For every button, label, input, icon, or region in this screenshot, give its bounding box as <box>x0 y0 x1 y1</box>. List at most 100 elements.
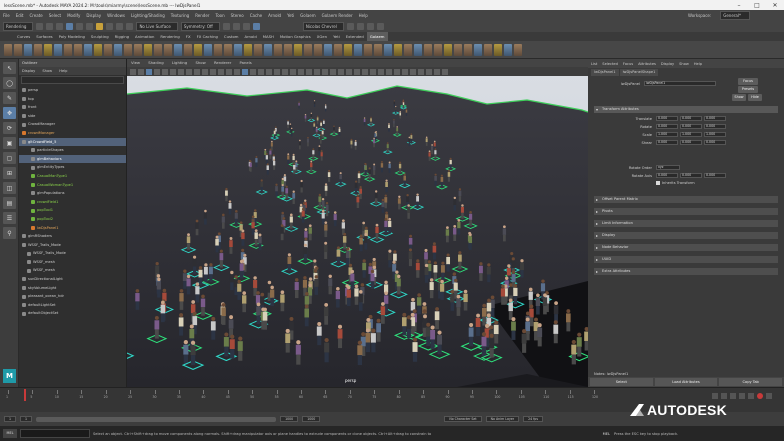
ae-field-y[interactable]: 0.000 <box>680 116 702 121</box>
ae-hide-button[interactable]: Hide <box>748 94 762 101</box>
snap-curve-icon[interactable] <box>106 23 114 30</box>
lasso-tool-icon[interactable]: ◯ <box>3 77 16 89</box>
menu-golaem[interactable]: Golaem <box>300 13 315 18</box>
snap-grid-icon[interactable] <box>96 23 104 30</box>
ae-section-offset-parent[interactable]: Offset Parent Matrix <box>594 196 778 203</box>
ae-menu-focus[interactable]: Focus <box>623 62 633 66</box>
outliner-layout-icon[interactable]: ☰ <box>3 212 16 224</box>
viewport-menu-view[interactable]: View <box>131 60 140 65</box>
shelf-tool-icon[interactable] <box>394 43 402 56</box>
outliner-item[interactable]: defaultLightSet <box>19 301 126 310</box>
outliner-item[interactable]: popTool1 <box>19 206 126 215</box>
play-forward-icon[interactable] <box>739 393 745 399</box>
shelf-tab-xgen[interactable]: XGen <box>314 32 330 41</box>
shelf-tool-icon[interactable] <box>404 43 412 56</box>
viewport-tool-icon[interactable] <box>274 68 280 75</box>
range-end-field[interactable]: 1000 <box>302 416 321 422</box>
outliner-search-input[interactable] <box>21 76 124 84</box>
outliner-item[interactable]: CrowdManager <box>19 120 126 129</box>
outliner-item[interactable]: sunDirectionalLight <box>19 275 126 284</box>
ae-section-pivots[interactable]: Pivots <box>594 208 778 215</box>
save-scene-icon[interactable] <box>56 23 64 30</box>
shelf-tool-icon[interactable] <box>224 43 232 56</box>
command-input[interactable] <box>20 429 90 438</box>
select-object-icon[interactable] <box>76 23 84 30</box>
outliner-item[interactable]: skyVolumeLight <box>19 284 126 293</box>
shelf-tool-icon[interactable] <box>424 43 432 56</box>
ae-rotate-axis-x[interactable]: 0.000 <box>656 173 678 178</box>
shelf-tool-icon[interactable] <box>84 43 92 56</box>
shelf-tool-icon[interactable] <box>114 43 122 56</box>
viewport-tool-icon[interactable] <box>322 68 328 75</box>
viewport-tool-icon[interactable] <box>146 68 152 75</box>
current-frame-marker[interactable] <box>24 389 26 401</box>
menu-modify[interactable]: Modify <box>67 13 80 18</box>
ae-field-x[interactable]: 0.000 <box>656 140 678 145</box>
select-component-icon[interactable] <box>86 23 94 30</box>
viewport-tool-icon[interactable] <box>314 68 320 75</box>
shelf-tool-icon[interactable] <box>434 43 442 56</box>
shelf-tool-icon[interactable] <box>74 43 82 56</box>
shelf-tool-icon[interactable] <box>164 43 172 56</box>
range-slider[interactable] <box>36 416 277 422</box>
viewport-tool-icon[interactable] <box>338 68 344 75</box>
ae-node-tab-shape[interactable]: lwDjsPanelShape1 <box>619 69 659 76</box>
paint-select-icon[interactable]: ✎ <box>3 92 16 104</box>
attribute-editor-icon[interactable] <box>356 23 364 30</box>
shelf-tool-icon[interactable] <box>514 43 522 56</box>
shelf-tool-icon[interactable] <box>314 43 322 56</box>
shelf-tool-icon[interactable] <box>264 43 272 56</box>
ae-rotate-axis-z[interactable]: 0.000 <box>704 173 726 178</box>
outliner-item[interactable]: crowdField1 <box>19 198 126 207</box>
viewport-tool-icon[interactable] <box>290 68 296 75</box>
viewport-tool-icon[interactable] <box>370 68 376 75</box>
viewport-tool-icon[interactable] <box>234 68 240 75</box>
shelf-tool-icon[interactable] <box>414 43 422 56</box>
mel-toggle[interactable]: MEL <box>3 429 17 438</box>
four-view-icon[interactable]: ⊞ <box>3 167 16 179</box>
shelf-tool-icon[interactable] <box>134 43 142 56</box>
menu-render[interactable]: Render <box>195 13 209 18</box>
outliner-item[interactable]: WSSF_mesh <box>19 258 126 267</box>
shelf-tool-icon[interactable] <box>104 43 112 56</box>
shelf-tool-icon[interactable] <box>94 43 102 56</box>
shelf-tool-icon[interactable] <box>284 43 292 56</box>
shelf-tool-icon[interactable] <box>334 43 342 56</box>
viewport-tool-icon[interactable] <box>138 68 144 75</box>
shelf-tool-icon[interactable] <box>274 43 282 56</box>
outliner-item[interactable]: WSSF_Trails_Mode <box>19 241 126 250</box>
rotate-tool-icon[interactable]: ⟳ <box>3 122 16 134</box>
go-to-end-icon[interactable] <box>766 393 772 399</box>
ae-presets-button[interactable]: Presets <box>738 86 758 93</box>
record-icon[interactable] <box>757 393 763 399</box>
ipr-render-icon[interactable] <box>232 23 240 30</box>
ae-menu-show[interactable]: Show <box>679 62 689 66</box>
shelf-tab-animation[interactable]: Animation <box>132 32 157 41</box>
shelf-tool-icon[interactable] <box>184 43 192 56</box>
fps-dropdown[interactable]: 24 fps <box>523 416 543 422</box>
persp-graph-icon[interactable]: ▤ <box>3 197 16 209</box>
shelf-tool-icon[interactable] <box>34 43 42 56</box>
snap-point-icon[interactable] <box>116 23 124 30</box>
outliner-item[interactable]: glmRShaders <box>19 232 126 241</box>
live-surface-dropdown[interactable]: No Live Surface <box>136 22 178 31</box>
viewport-tool-icon[interactable] <box>162 68 168 75</box>
viewport-tool-icon[interactable] <box>218 68 224 75</box>
shelf-tab-golaem[interactable]: Golaem <box>366 32 388 41</box>
shelf-tab-poly-modeling[interactable]: Poly Modeling <box>56 32 88 41</box>
hypershade-icon[interactable] <box>252 23 260 30</box>
ae-rotate-order-dropdown[interactable]: xyz <box>656 165 680 170</box>
menu-stereo[interactable]: Stereo <box>231 13 244 18</box>
outliner-item[interactable]: side <box>19 112 126 121</box>
step-forward-icon[interactable] <box>748 393 754 399</box>
play-back-icon[interactable] <box>730 393 736 399</box>
shelf-tool-icon[interactable] <box>324 43 332 56</box>
ae-section-extra-attributes[interactable]: Extra Attributes <box>594 268 778 275</box>
outliner-item[interactable]: CasualManType1 <box>19 172 126 181</box>
menu-yeti[interactable]: Yeti <box>287 13 294 18</box>
ae-menu-display[interactable]: Display <box>661 62 674 66</box>
outliner-item[interactable]: particleShapes <box>19 146 126 155</box>
menu-edit[interactable]: Edit <box>16 13 24 18</box>
viewport-menu-show[interactable]: Show <box>195 60 205 65</box>
shelf-tab-surfaces[interactable]: Surfaces <box>33 32 55 41</box>
